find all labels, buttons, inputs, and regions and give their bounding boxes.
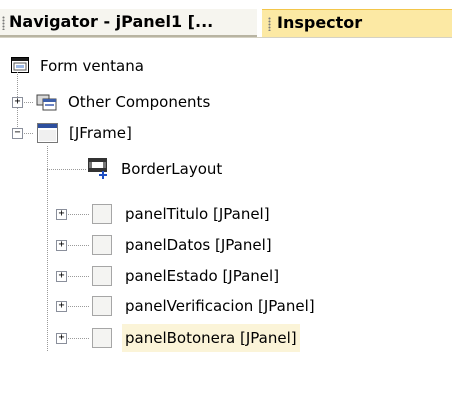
tree-node-label: [JFrame] [69, 124, 132, 142]
tree-node-border-layout[interactable]: BorderLayout [0, 155, 452, 183]
collapse-icon[interactable]: − [12, 128, 23, 139]
expand-icon[interactable]: + [56, 333, 67, 344]
tree-node-panel-titulo[interactable]: + panelTitulo [JPanel] [0, 200, 452, 228]
form-icon [11, 57, 29, 73]
tree-node-jframe[interactable]: − [JFrame] [0, 119, 452, 147]
tree-node-label: panelEstado [JPanel] [125, 267, 280, 285]
panel-icon [92, 235, 112, 255]
expand-icon[interactable]: + [56, 240, 67, 251]
tree-node-panel-botonera[interactable]: + panelBotonera [JPanel] [0, 324, 452, 352]
tree-node-panel-verificacion[interactable]: + panelVerificacion [JPanel] [0, 292, 452, 320]
tree-node-panel-datos[interactable]: + panelDatos [JPanel] [0, 231, 452, 259]
tree-node-label: Form ventana [40, 57, 144, 75]
frame-icon [37, 123, 58, 143]
panel-icon [92, 204, 112, 224]
tree-line [68, 214, 90, 215]
tree-node-label: panelDatos [JPanel] [125, 236, 272, 254]
tree-node-label: BorderLayout [121, 160, 223, 178]
expand-icon[interactable]: + [12, 97, 23, 108]
tree-line [68, 338, 90, 339]
component-tree: Form ventana + Other Components − [JFram… [0, 0, 452, 398]
tree-node-label: Other Components [68, 93, 211, 111]
expand-icon[interactable]: + [56, 271, 67, 282]
border-layout-icon [88, 158, 107, 179]
panel-icon [92, 266, 112, 286]
panel-icon [92, 328, 112, 348]
tree-node-other-components[interactable]: + Other Components [0, 88, 452, 116]
components-icon [36, 94, 57, 111]
tree-node-form[interactable]: Form ventana [0, 52, 452, 80]
expand-icon[interactable]: + [56, 301, 67, 312]
expand-icon[interactable]: + [56, 209, 67, 220]
tree-node-label: panelBotonera [JPanel] [122, 324, 300, 352]
panel-icon [92, 296, 112, 316]
tree-line [68, 306, 90, 307]
tree-line [68, 276, 90, 277]
tree-node-label: panelVerificacion [JPanel] [125, 297, 315, 315]
tree-line [68, 245, 90, 246]
tree-node-label: panelTitulo [JPanel] [125, 205, 270, 223]
tree-node-panel-estado[interactable]: + panelEstado [JPanel] [0, 262, 452, 290]
